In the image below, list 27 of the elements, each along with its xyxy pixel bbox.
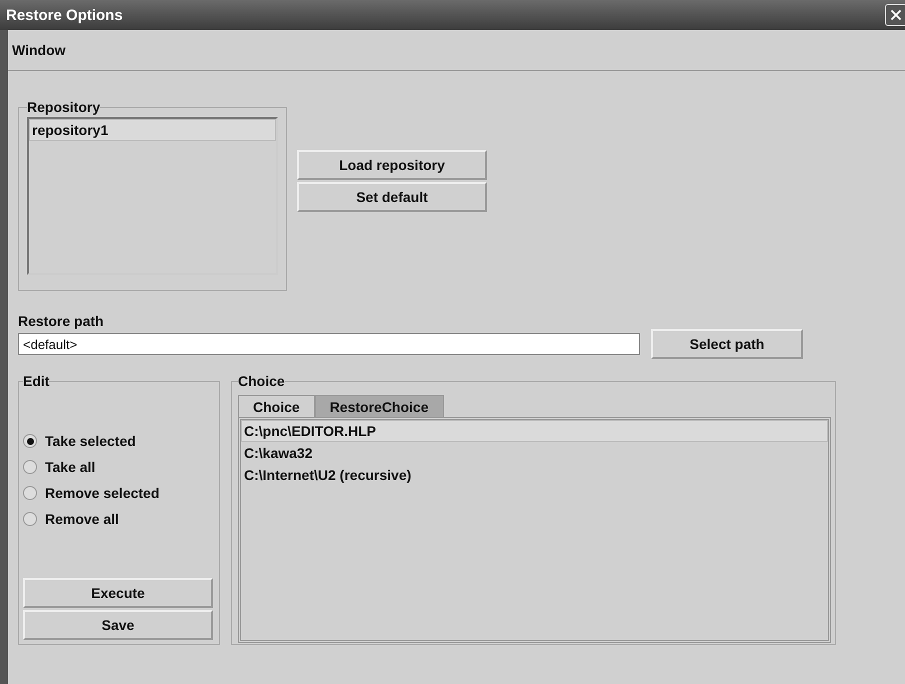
list-item[interactable]: C:\pnc\EDITOR.HLP bbox=[241, 420, 828, 442]
group-title: Choice bbox=[238, 373, 285, 389]
field-label: Restore path bbox=[18, 313, 105, 329]
group-title: Repository bbox=[27, 99, 100, 115]
list-item[interactable]: repository1 bbox=[29, 119, 276, 141]
list-item[interactable]: C:\Internet\U2 (recursive) bbox=[241, 464, 828, 486]
radio-button[interactable] bbox=[23, 460, 37, 474]
close-icon[interactable] bbox=[885, 4, 905, 26]
radio-label[interactable]: Remove all bbox=[45, 511, 119, 527]
action-button[interactable]: Execute bbox=[23, 578, 213, 608]
radio-label[interactable]: Take selected bbox=[45, 433, 136, 449]
menu-item[interactable]: Window bbox=[10, 40, 68, 60]
radio-label[interactable]: Remove selected bbox=[45, 485, 160, 501]
radio-label[interactable]: Take all bbox=[45, 459, 96, 475]
path-field[interactable]: <default> bbox=[18, 333, 640, 355]
repository-button[interactable]: Load repository bbox=[297, 150, 487, 180]
group-title: Edit bbox=[23, 373, 50, 389]
repository-button[interactable]: Set default bbox=[297, 182, 487, 212]
radio-button[interactable] bbox=[23, 486, 37, 500]
tab[interactable]: RestoreChoice bbox=[314, 395, 444, 417]
tab[interactable]: Choice bbox=[238, 395, 315, 417]
radio-button[interactable] bbox=[23, 512, 37, 526]
radio-button[interactable] bbox=[23, 434, 37, 448]
action-button[interactable]: Save bbox=[23, 610, 213, 640]
select-path-button[interactable]: Select path bbox=[651, 329, 803, 359]
list-item[interactable]: C:\kawa32 bbox=[241, 442, 828, 464]
window-title: Restore Options bbox=[6, 6, 123, 24]
